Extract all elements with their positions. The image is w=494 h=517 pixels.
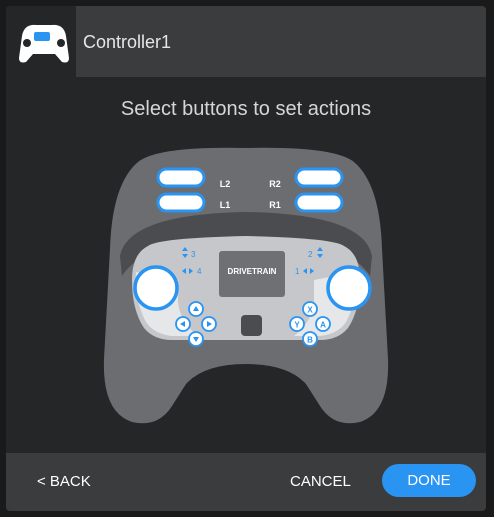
dialog-footer: < BACK CANCEL DONE — [6, 453, 486, 511]
r1-button[interactable] — [294, 192, 344, 213]
back-button[interactable]: < BACK — [37, 473, 91, 490]
cancel-button[interactable]: CANCEL — [290, 473, 351, 490]
a-label: A — [320, 321, 326, 330]
r1-label: R1 — [269, 200, 281, 210]
left-joystick[interactable] — [133, 265, 179, 311]
screen-label: DRIVETRAIN — [228, 267, 277, 276]
b-label: B — [307, 336, 313, 345]
l1-button[interactable] — [156, 192, 206, 213]
instruction-text: Select buttons to set actions — [120, 98, 372, 120]
gamepad-icon — [19, 24, 69, 63]
center-button — [241, 315, 262, 336]
right-joystick[interactable] — [326, 265, 372, 311]
l1-label: L1 — [220, 200, 231, 210]
header-icon-box — [6, 6, 76, 77]
r2-button[interactable] — [294, 167, 344, 188]
dialog-header: Controller1 — [6, 6, 486, 77]
axis-2-label: 2 — [308, 250, 313, 259]
l2-button[interactable] — [156, 167, 206, 188]
axis-4-label: 4 — [197, 267, 202, 276]
controller-diagram: L2 L1 R2 R1 DRIVETRAIN 3 4 2 1 X Y A B — [103, 147, 389, 424]
x-label: X — [307, 306, 313, 315]
controller-title: Controller1 — [83, 32, 172, 52]
r2-label: R2 — [269, 179, 281, 189]
axis-1-label: 1 — [295, 267, 300, 276]
done-button[interactable]: DONE — [382, 464, 476, 497]
y-label: Y — [294, 321, 300, 330]
controller-dialog: Controller1 Select buttons to set action… — [6, 6, 486, 511]
l2-label: L2 — [220, 179, 231, 189]
axis-3-label: 3 — [191, 250, 196, 259]
